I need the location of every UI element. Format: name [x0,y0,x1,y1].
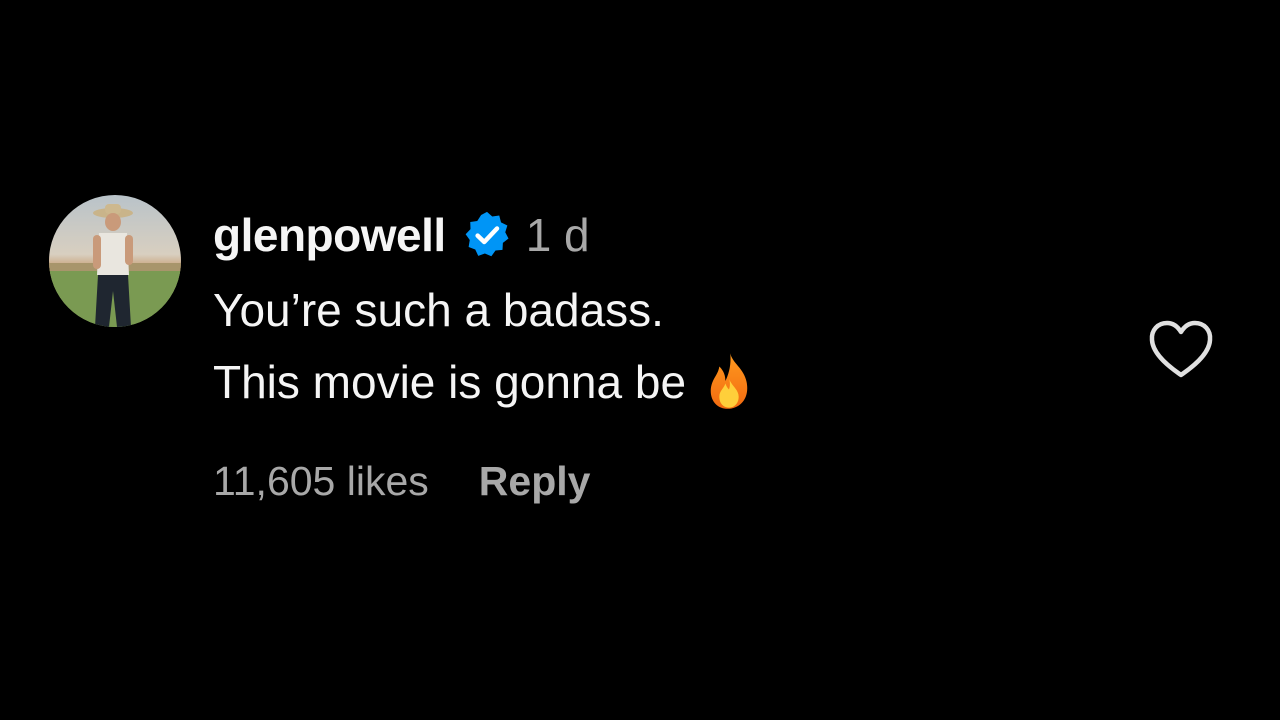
likes-count[interactable]: 11,605 likes [213,458,429,505]
verified-badge-icon [462,210,512,260]
comment-timestamp: 1 d [525,209,590,261]
heart-outline-icon[interactable] [1147,318,1215,380]
comment-line-2: This movie is gonna be [213,346,754,418]
comment-line-2-text: This movie is gonna be [213,356,687,408]
fire-emoji [704,352,754,410]
username-link[interactable]: glenpowell [213,208,446,262]
comment-line-1: You’re such a badass. [213,284,664,336]
reply-button[interactable]: Reply [479,458,591,505]
comment-text: You’re such a badass. This movie is gonn… [213,274,754,418]
comment-meta: 11,605 likes Reply [213,458,590,505]
comment-header: glenpowell 1 d [213,204,590,266]
avatar-image [49,195,181,327]
avatar[interactable] [49,195,181,327]
comment-item: glenpowell 1 d You’re such a badass. Thi… [0,0,1280,720]
